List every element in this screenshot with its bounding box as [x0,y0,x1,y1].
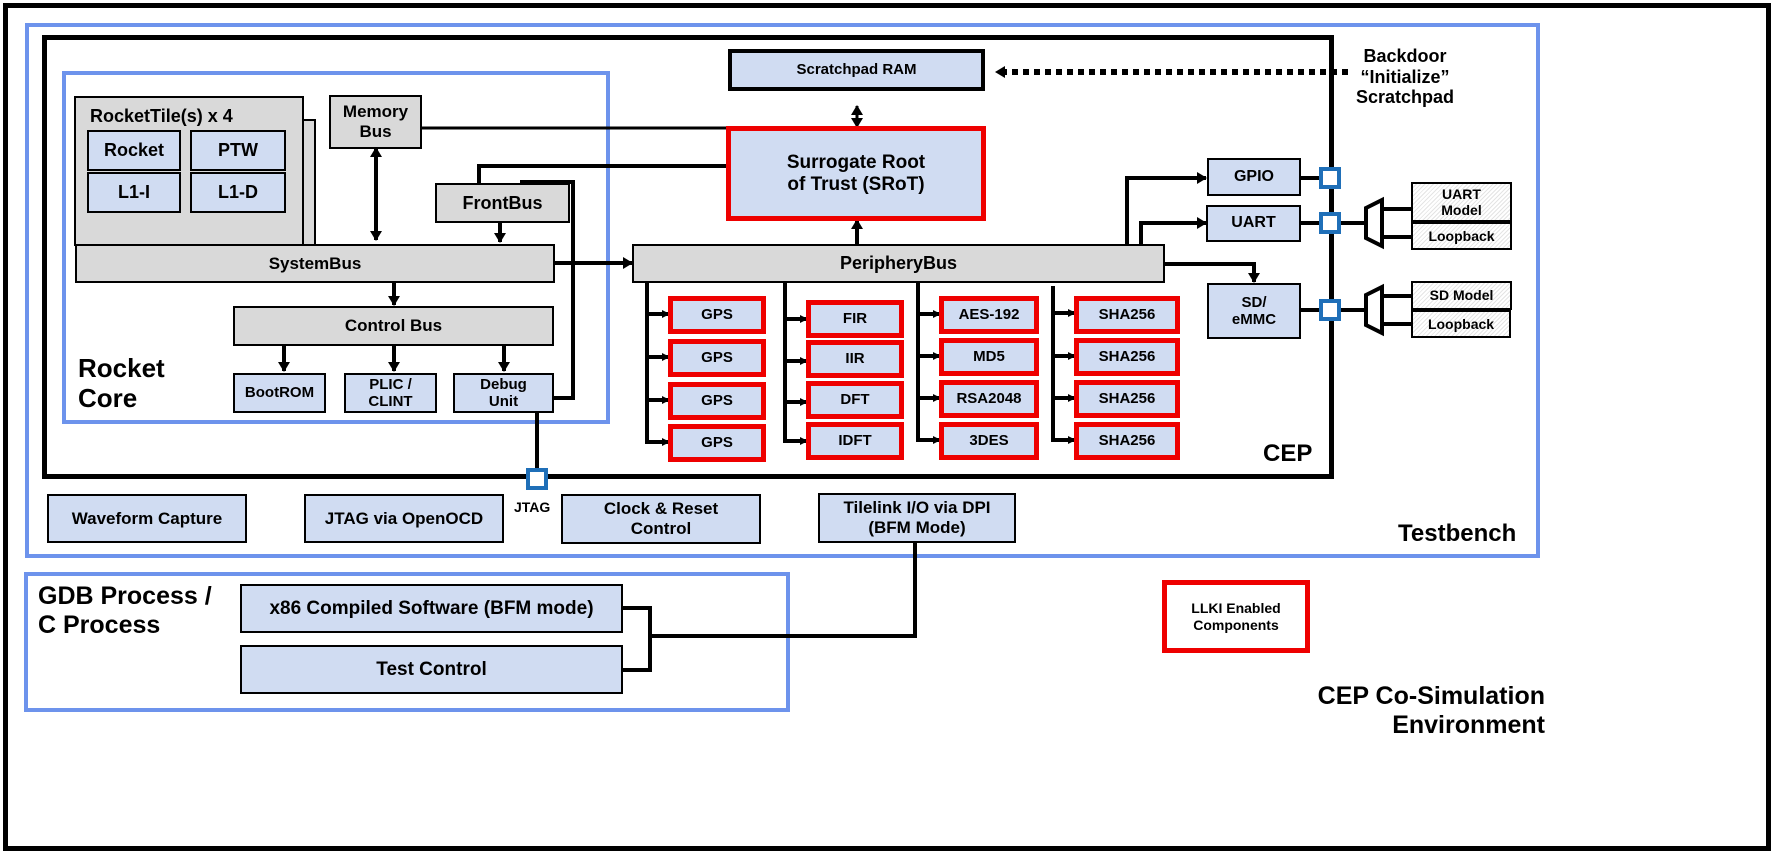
accelerator-block-crypto[interactable]: MD5 [939,338,1039,376]
accelerator-block-gps[interactable]: GPS [668,296,766,334]
clock-reset-block[interactable]: Clock & Reset Control [561,494,761,544]
backdoor-label: Backdoor “Initialize” Scratchpad [1355,46,1455,108]
accelerator-label: RSA2048 [956,390,1022,408]
accelerator-label: SHA256 [1098,390,1156,408]
peripherybus-block[interactable]: PeripheryBus [632,244,1165,283]
l1i-block[interactable]: L1-I [87,172,181,213]
l1d-block[interactable]: L1-D [190,172,286,213]
accelerator-block-gps[interactable]: GPS [668,424,766,462]
accelerator-label: SHA256 [1098,306,1156,324]
accelerator-label: GPS [701,306,733,324]
controlbus-block[interactable]: Control Bus [233,306,554,346]
accelerator-label: IDFT [838,432,872,450]
wire-peripherybus-uart [1139,217,1207,244]
accelerator-block-crypto[interactable]: 3DES [939,422,1039,460]
wire-gdb-bracket [622,606,652,672]
accelerator-block-dsp[interactable]: IDFT [806,422,904,460]
sd-mux-icon [1364,283,1384,337]
uart-loopback-block[interactable]: Loopback [1411,222,1512,250]
accelerator-block-sha[interactable]: SHA256 [1074,422,1180,460]
uart-block[interactable]: UART [1206,205,1301,242]
scratchpad-ram-block[interactable]: Scratchpad RAM [728,49,985,91]
ptw-block[interactable]: PTW [190,130,286,171]
accelerator-label: IIR [845,350,865,368]
wire-column-gps [645,282,668,444]
debug-unit-block[interactable]: Debug Unit [453,373,554,413]
sd-loopback-block[interactable]: Loopback [1411,310,1511,338]
accelerator-block-crypto[interactable]: RSA2048 [939,380,1039,418]
x86-software-block[interactable]: x86 Compiled Software (BFM mode) [240,584,623,633]
rocket-tiles-title: RocketTile(s) x 4 [90,106,233,126]
rocket-core-title: Rocket Core [78,353,165,413]
gdb-process-title: GDB Process / C Process [38,582,212,639]
tilelink-dpi-block[interactable]: Tilelink I/O via DPI (BFM Mode) [818,493,1016,543]
gpio-port-icon [1319,167,1341,189]
testbench-title: Testbench [1398,520,1517,547]
accelerator-block-sha[interactable]: SHA256 [1074,380,1180,418]
accelerator-label: DFT [840,391,870,409]
accelerator-block-dsp[interactable]: DFT [806,381,904,419]
test-control-block[interactable]: Test Control [240,645,623,694]
accelerator-label: FIR [842,310,868,328]
accelerator-label: AES-192 [958,306,1020,324]
accelerator-block-gps[interactable]: GPS [668,339,766,377]
gpio-block[interactable]: GPIO [1207,158,1301,196]
srot-block[interactable]: Surrogate Root of Trust (SRoT) [726,126,986,221]
accelerator-label: SHA256 [1098,348,1156,366]
environment-title: CEP Co-Simulation Environment [1317,682,1545,739]
accelerator-block-gps[interactable]: GPS [668,382,766,420]
wire-peripherybus-gpio [1125,172,1207,244]
wire-column-crypto [916,282,939,442]
uart-mux-icon [1364,196,1384,250]
accelerator-label: MD5 [973,348,1005,366]
sd-port-icon [1319,299,1341,321]
bootrom-block[interactable]: BootROM [233,373,326,413]
uart-model-block[interactable]: UART Model [1411,182,1512,222]
wire-tilelink-gdb [650,541,917,638]
llki-legend: LLKI Enabled Components [1162,580,1310,653]
memory-bus-block[interactable]: Memory Bus [329,95,422,149]
accelerator-block-sha[interactable]: SHA256 [1074,338,1180,376]
accelerator-block-dsp[interactable]: IIR [806,340,904,378]
sd-emmc-block[interactable]: SD/eMMC [1207,283,1301,339]
uart-port-icon [1319,212,1341,234]
cep-title: CEP [1263,440,1313,467]
accelerator-block-sha[interactable]: SHA256 [1074,296,1180,334]
frontbus-block[interactable]: FrontBus [435,183,570,223]
accelerator-label: GPS [701,434,733,452]
rocket-tiles-block[interactable]: RocketTile(s) x 4 [74,96,304,246]
sd-model-block[interactable]: SD Model [1411,281,1512,310]
accelerator-label: SHA256 [1098,432,1156,450]
accelerator-label: GPS [701,392,733,410]
accelerator-label: 3DES [969,432,1009,450]
waveform-capture-block[interactable]: Waveform Capture [47,494,247,543]
rocket-block[interactable]: Rocket [87,130,181,171]
plic-clint-block[interactable]: PLIC / CLINT [344,373,437,413]
wire-column-sha [1051,286,1074,442]
wire-peripherybus-sd [1164,262,1260,283]
jtag-openocd-block[interactable]: JTAG via OpenOCD [304,494,504,543]
accelerator-label: GPS [701,349,733,367]
systembus-block[interactable]: SystemBus [75,244,555,283]
jtag-port-icon [526,468,548,490]
accelerator-block-crypto[interactable]: AES-192 [939,296,1039,334]
accelerator-block-dsp[interactable]: FIR [806,300,904,338]
jtag-port-label: JTAG [514,499,551,515]
